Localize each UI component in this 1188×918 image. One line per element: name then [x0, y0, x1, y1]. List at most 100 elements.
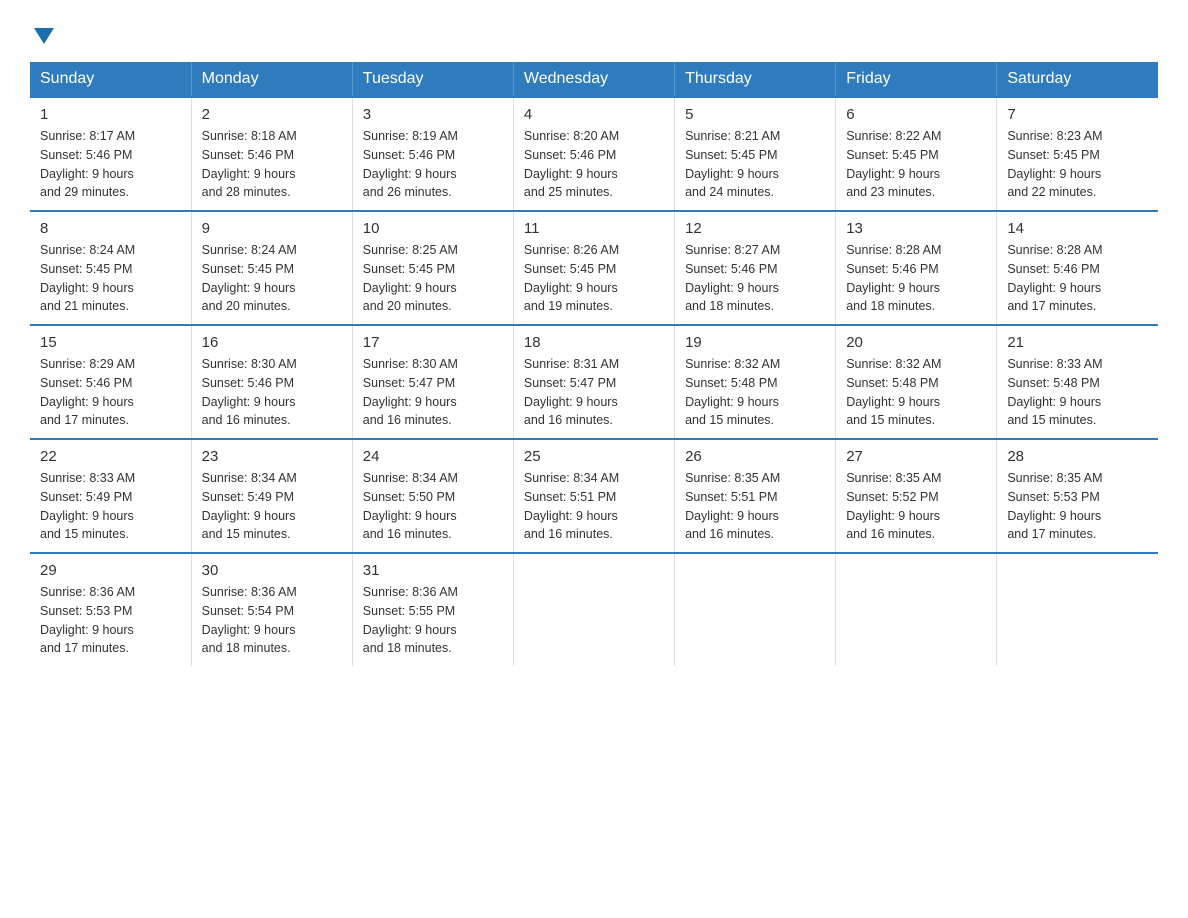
- calendar-cell: 30 Sunrise: 8:36 AM Sunset: 5:54 PM Dayl…: [191, 553, 352, 666]
- calendar-cell: 11 Sunrise: 8:26 AM Sunset: 5:45 PM Dayl…: [513, 211, 674, 325]
- day-info: Sunrise: 8:28 AM Sunset: 5:46 PM Dayligh…: [1007, 241, 1148, 316]
- day-info: Sunrise: 8:32 AM Sunset: 5:48 PM Dayligh…: [846, 355, 986, 430]
- day-info: Sunrise: 8:35 AM Sunset: 5:51 PM Dayligh…: [685, 469, 825, 544]
- calendar-cell: 4 Sunrise: 8:20 AM Sunset: 5:46 PM Dayli…: [513, 97, 674, 211]
- calendar-cell: 5 Sunrise: 8:21 AM Sunset: 5:45 PM Dayli…: [675, 97, 836, 211]
- day-number: 9: [202, 220, 342, 237]
- day-number: 1: [40, 106, 181, 123]
- day-info: Sunrise: 8:35 AM Sunset: 5:52 PM Dayligh…: [846, 469, 986, 544]
- calendar-cell: 6 Sunrise: 8:22 AM Sunset: 5:45 PM Dayli…: [836, 97, 997, 211]
- weekday-header-tuesday: Tuesday: [352, 62, 513, 97]
- day-info: Sunrise: 8:33 AM Sunset: 5:49 PM Dayligh…: [40, 469, 181, 544]
- calendar-cell: 2 Sunrise: 8:18 AM Sunset: 5:46 PM Dayli…: [191, 97, 352, 211]
- day-info: Sunrise: 8:23 AM Sunset: 5:45 PM Dayligh…: [1007, 127, 1148, 202]
- calendar-cell: 12 Sunrise: 8:27 AM Sunset: 5:46 PM Dayl…: [675, 211, 836, 325]
- calendar-week-row: 8 Sunrise: 8:24 AM Sunset: 5:45 PM Dayli…: [30, 211, 1158, 325]
- weekday-header-monday: Monday: [191, 62, 352, 97]
- day-info: Sunrise: 8:21 AM Sunset: 5:45 PM Dayligh…: [685, 127, 825, 202]
- calendar-cell: 3 Sunrise: 8:19 AM Sunset: 5:46 PM Dayli…: [352, 97, 513, 211]
- calendar-cell: [836, 553, 997, 666]
- calendar-cell: 10 Sunrise: 8:25 AM Sunset: 5:45 PM Dayl…: [352, 211, 513, 325]
- day-info: Sunrise: 8:22 AM Sunset: 5:45 PM Dayligh…: [846, 127, 986, 202]
- calendar-cell: 14 Sunrise: 8:28 AM Sunset: 5:46 PM Dayl…: [997, 211, 1158, 325]
- calendar-header-row: SundayMondayTuesdayWednesdayThursdayFrid…: [30, 62, 1158, 97]
- day-number: 30: [202, 562, 342, 579]
- weekday-header-wednesday: Wednesday: [513, 62, 674, 97]
- day-number: 27: [846, 448, 986, 465]
- day-info: Sunrise: 8:17 AM Sunset: 5:46 PM Dayligh…: [40, 127, 181, 202]
- day-info: Sunrise: 8:36 AM Sunset: 5:54 PM Dayligh…: [202, 583, 342, 658]
- calendar-cell: 22 Sunrise: 8:33 AM Sunset: 5:49 PM Dayl…: [30, 439, 191, 553]
- calendar-cell: 25 Sunrise: 8:34 AM Sunset: 5:51 PM Dayl…: [513, 439, 674, 553]
- day-number: 12: [685, 220, 825, 237]
- day-number: 26: [685, 448, 825, 465]
- calendar-cell: 17 Sunrise: 8:30 AM Sunset: 5:47 PM Dayl…: [352, 325, 513, 439]
- day-number: 17: [363, 334, 503, 351]
- weekday-header-saturday: Saturday: [997, 62, 1158, 97]
- day-info: Sunrise: 8:33 AM Sunset: 5:48 PM Dayligh…: [1007, 355, 1148, 430]
- day-number: 21: [1007, 334, 1148, 351]
- calendar-cell: 28 Sunrise: 8:35 AM Sunset: 5:53 PM Dayl…: [997, 439, 1158, 553]
- calendar-cell: [513, 553, 674, 666]
- day-info: Sunrise: 8:19 AM Sunset: 5:46 PM Dayligh…: [363, 127, 503, 202]
- calendar-cell: 19 Sunrise: 8:32 AM Sunset: 5:48 PM Dayl…: [675, 325, 836, 439]
- day-info: Sunrise: 8:30 AM Sunset: 5:47 PM Dayligh…: [363, 355, 503, 430]
- calendar-cell: 27 Sunrise: 8:35 AM Sunset: 5:52 PM Dayl…: [836, 439, 997, 553]
- logo-triangle-icon: [34, 28, 54, 44]
- calendar-cell: 18 Sunrise: 8:31 AM Sunset: 5:47 PM Dayl…: [513, 325, 674, 439]
- day-number: 11: [524, 220, 664, 237]
- page-header: [30, 20, 1158, 44]
- day-number: 20: [846, 334, 986, 351]
- day-number: 14: [1007, 220, 1148, 237]
- day-number: 19: [685, 334, 825, 351]
- day-number: 13: [846, 220, 986, 237]
- day-info: Sunrise: 8:18 AM Sunset: 5:46 PM Dayligh…: [202, 127, 342, 202]
- weekday-header-friday: Friday: [836, 62, 997, 97]
- day-info: Sunrise: 8:34 AM Sunset: 5:51 PM Dayligh…: [524, 469, 664, 544]
- calendar-cell: 20 Sunrise: 8:32 AM Sunset: 5:48 PM Dayl…: [836, 325, 997, 439]
- calendar-cell: 21 Sunrise: 8:33 AM Sunset: 5:48 PM Dayl…: [997, 325, 1158, 439]
- calendar-cell: 7 Sunrise: 8:23 AM Sunset: 5:45 PM Dayli…: [997, 97, 1158, 211]
- calendar-cell: [675, 553, 836, 666]
- calendar-cell: 29 Sunrise: 8:36 AM Sunset: 5:53 PM Dayl…: [30, 553, 191, 666]
- weekday-header-sunday: Sunday: [30, 62, 191, 97]
- day-info: Sunrise: 8:24 AM Sunset: 5:45 PM Dayligh…: [40, 241, 181, 316]
- calendar-week-row: 15 Sunrise: 8:29 AM Sunset: 5:46 PM Dayl…: [30, 325, 1158, 439]
- calendar-week-row: 22 Sunrise: 8:33 AM Sunset: 5:49 PM Dayl…: [30, 439, 1158, 553]
- day-number: 18: [524, 334, 664, 351]
- day-info: Sunrise: 8:26 AM Sunset: 5:45 PM Dayligh…: [524, 241, 664, 316]
- day-info: Sunrise: 8:29 AM Sunset: 5:46 PM Dayligh…: [40, 355, 181, 430]
- calendar-cell: 15 Sunrise: 8:29 AM Sunset: 5:46 PM Dayl…: [30, 325, 191, 439]
- calendar-table: SundayMondayTuesdayWednesdayThursdayFrid…: [30, 62, 1158, 666]
- day-number: 31: [363, 562, 503, 579]
- day-info: Sunrise: 8:34 AM Sunset: 5:49 PM Dayligh…: [202, 469, 342, 544]
- day-number: 16: [202, 334, 342, 351]
- calendar-cell: 13 Sunrise: 8:28 AM Sunset: 5:46 PM Dayl…: [836, 211, 997, 325]
- day-info: Sunrise: 8:34 AM Sunset: 5:50 PM Dayligh…: [363, 469, 503, 544]
- day-info: Sunrise: 8:32 AM Sunset: 5:48 PM Dayligh…: [685, 355, 825, 430]
- calendar-cell: 31 Sunrise: 8:36 AM Sunset: 5:55 PM Dayl…: [352, 553, 513, 666]
- day-number: 15: [40, 334, 181, 351]
- calendar-cell: 8 Sunrise: 8:24 AM Sunset: 5:45 PM Dayli…: [30, 211, 191, 325]
- calendar-cell: 26 Sunrise: 8:35 AM Sunset: 5:51 PM Dayl…: [675, 439, 836, 553]
- day-info: Sunrise: 8:30 AM Sunset: 5:46 PM Dayligh…: [202, 355, 342, 430]
- day-number: 29: [40, 562, 181, 579]
- day-number: 22: [40, 448, 181, 465]
- day-number: 4: [524, 106, 664, 123]
- calendar-cell: [997, 553, 1158, 666]
- day-info: Sunrise: 8:31 AM Sunset: 5:47 PM Dayligh…: [524, 355, 664, 430]
- calendar-week-row: 1 Sunrise: 8:17 AM Sunset: 5:46 PM Dayli…: [30, 97, 1158, 211]
- day-info: Sunrise: 8:24 AM Sunset: 5:45 PM Dayligh…: [202, 241, 342, 316]
- calendar-cell: 24 Sunrise: 8:34 AM Sunset: 5:50 PM Dayl…: [352, 439, 513, 553]
- day-number: 23: [202, 448, 342, 465]
- day-number: 8: [40, 220, 181, 237]
- logo: [30, 20, 54, 44]
- day-info: Sunrise: 8:20 AM Sunset: 5:46 PM Dayligh…: [524, 127, 664, 202]
- day-info: Sunrise: 8:36 AM Sunset: 5:55 PM Dayligh…: [363, 583, 503, 658]
- calendar-cell: 23 Sunrise: 8:34 AM Sunset: 5:49 PM Dayl…: [191, 439, 352, 553]
- day-number: 6: [846, 106, 986, 123]
- day-number: 7: [1007, 106, 1148, 123]
- day-number: 5: [685, 106, 825, 123]
- calendar-cell: 1 Sunrise: 8:17 AM Sunset: 5:46 PM Dayli…: [30, 97, 191, 211]
- day-number: 2: [202, 106, 342, 123]
